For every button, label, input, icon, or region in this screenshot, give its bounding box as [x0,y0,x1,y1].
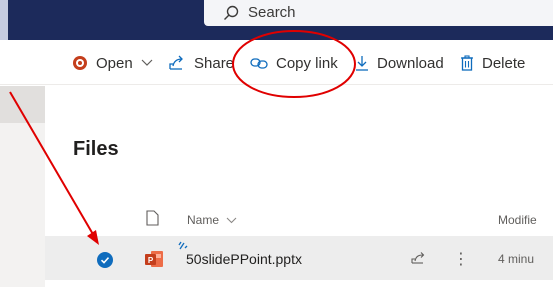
open-label: Open [96,54,133,72]
copy-link-button[interactable]: Copy link [250,51,338,75]
chevron-down-icon [226,217,237,223]
file-modified: 4 minu [498,252,535,266]
search-placeholder: Search [248,4,296,21]
share-label: Share [194,54,235,72]
share-icon[interactable] [411,251,427,265]
file-name[interactable]: 50slidePPoint.pptx [186,251,302,267]
column-header-modified[interactable]: Modifie [498,213,537,227]
delete-button[interactable]: Delete [460,51,525,75]
checkmark-icon [100,257,110,264]
left-nav-selected-item[interactable] [0,86,45,123]
sparkle-icon [178,241,188,250]
search-icon [224,5,239,20]
share-icon [169,55,183,70]
download-button[interactable]: Download [355,51,444,75]
document-icon[interactable] [146,210,159,226]
table-row[interactable]: P 50slidePPoint.pptx ⋮ 4 minu [45,236,553,280]
chevron-down-icon[interactable] [141,59,153,67]
download-icon [356,56,368,71]
link-icon [250,58,268,69]
row-checkbox[interactable] [97,252,113,268]
page-title: Files [73,138,119,160]
left-nav [0,86,45,287]
powerpoint-icon [73,56,87,70]
share-button[interactable]: Share [168,51,234,75]
column-header-name[interactable]: Name [187,213,237,227]
top-bar-strip [0,0,8,40]
delete-label: Delete [482,54,526,72]
svg-text:P: P [148,256,154,265]
search-box[interactable]: Search [204,0,553,26]
top-bar: Search [0,0,553,40]
trash-icon [461,55,473,71]
column-name-label: Name [187,213,220,227]
table-header: Name Modifie [45,200,553,234]
copy-link-label: Copy link [276,54,338,72]
open-button[interactable]: Open [72,51,153,75]
download-label: Download [377,54,444,72]
powerpoint-file-icon: P [145,251,163,267]
command-bar: Open Share Copy link Download Delete [0,40,553,85]
more-icon[interactable]: ⋮ [453,249,469,269]
